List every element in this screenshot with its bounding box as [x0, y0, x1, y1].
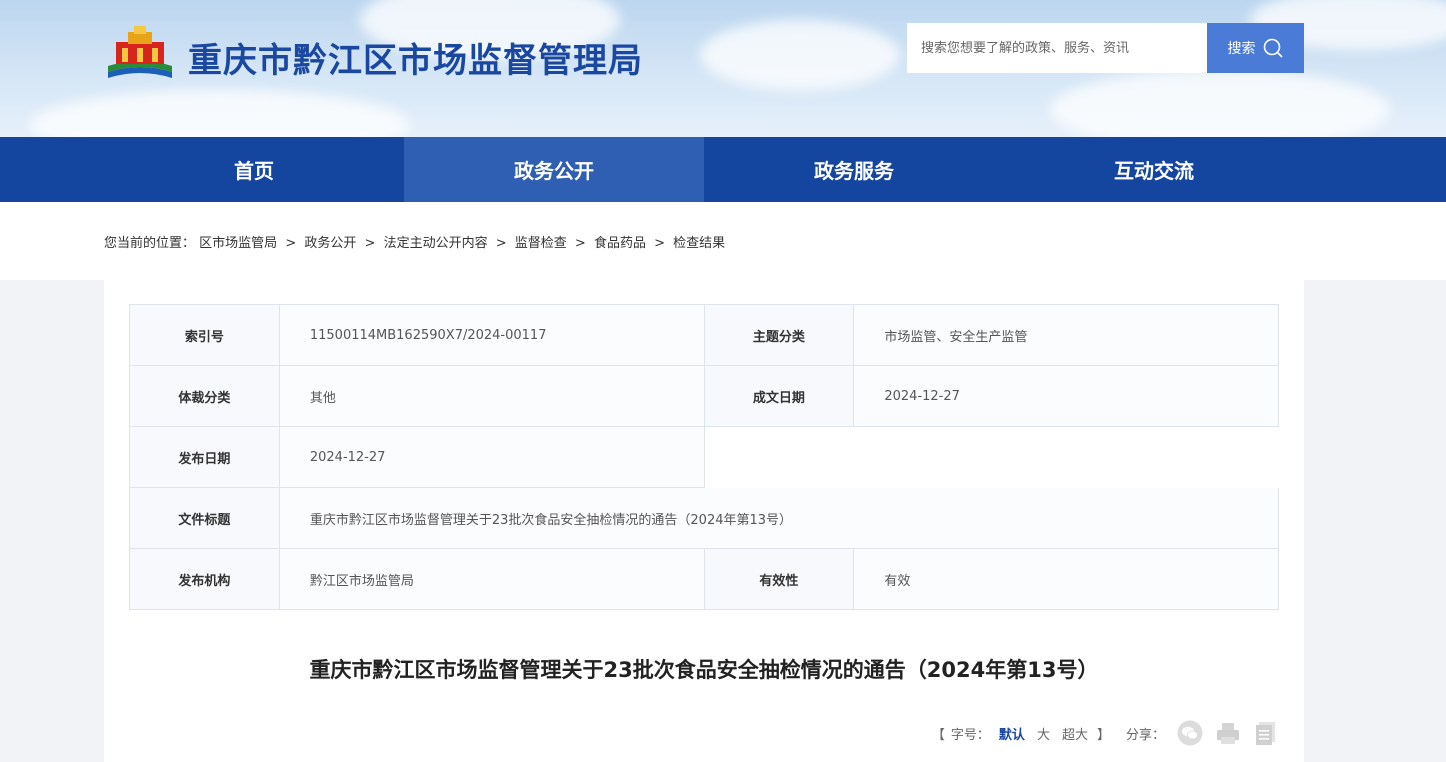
breadcrumb-separator: >: [495, 236, 507, 251]
validity-label: 有效性: [704, 549, 855, 610]
topic-label: 主题分类: [704, 305, 855, 366]
publisher-label: 发布机构: [130, 549, 280, 610]
font-size-large-link[interactable]: 大: [1037, 724, 1050, 743]
article-tools: 【 字号： 默认 大 超大 】 分享：: [932, 720, 1279, 746]
font-size-label: 字号：: [950, 727, 990, 743]
empty-cell: [704, 427, 1279, 488]
search-input[interactable]: [907, 23, 1207, 73]
file-title-label: 文件标题: [130, 488, 280, 549]
index-value: 11500114MB162590X7/2024-00117: [279, 305, 705, 366]
breadcrumb: 您当前的位置： 区市场监管局 > 政务公开 > 法定主动公开内容 > 监督检查 …: [104, 232, 725, 251]
table-row: 体裁分类 其他 成文日期 2024-12-27: [130, 366, 1279, 427]
breadcrumb-separator: >: [654, 236, 666, 251]
nav-item-home[interactable]: 首页: [104, 137, 404, 202]
font-size-xlarge-link[interactable]: 超大: [1062, 724, 1088, 743]
table-row: 发布日期 2024-12-27: [130, 427, 1279, 488]
tools-open-bracket: 【: [931, 727, 945, 743]
search-button[interactable]: 搜索: [1207, 23, 1304, 73]
index-label: 索引号: [130, 305, 280, 366]
table-row: 文件标题 重庆市黔江区市场监督管理关于23批次食品安全抽检情况的通告（2024年…: [130, 488, 1279, 549]
file-title-value: 重庆市黔江区市场监督管理关于23批次食品安全抽检情况的通告（2024年第13号）: [279, 488, 1279, 549]
share-label: 分享：: [1125, 727, 1165, 743]
written-date-label: 成文日期: [704, 366, 855, 427]
breadcrumb-separator: >: [574, 236, 586, 251]
document-title: 重庆市黔江区市场监督管理关于23批次食品安全抽检情况的通告（2024年第13号）: [309, 658, 1099, 682]
breadcrumb-prefix: 您当前的位置：: [104, 236, 196, 251]
publish-date-value: 2024-12-27: [279, 427, 705, 488]
nav-item-gov-affairs-open[interactable]: 政务公开: [404, 137, 704, 202]
breadcrumb-link[interactable]: 食品药品: [594, 236, 646, 251]
search-icon: [1263, 38, 1283, 58]
breadcrumb-link[interactable]: 监督检查: [515, 236, 567, 251]
breadcrumb-separator: >: [364, 236, 376, 251]
font-size-default-link[interactable]: 默认: [999, 724, 1025, 743]
search-button-label: 搜索: [1227, 41, 1256, 57]
breadcrumb-link[interactable]: 法定主动公开内容: [384, 236, 488, 251]
document-icon[interactable]: [1253, 720, 1279, 746]
publish-date-label: 发布日期: [130, 427, 280, 488]
nav-item-gov-services[interactable]: 政务服务: [704, 137, 1004, 202]
genre-value: 其他: [279, 366, 705, 427]
document-meta-table: 索引号 11500114MB162590X7/2024-00117 主题分类 市…: [129, 304, 1279, 610]
print-icon[interactable]: [1215, 720, 1241, 746]
main-nav: 首页 政务公开 政务服务 互动交流: [0, 137, 1446, 202]
breadcrumb-link[interactable]: 检查结果: [673, 236, 725, 251]
emblem-logo-icon[interactable]: [104, 26, 176, 82]
site-header: 重庆市黔江区市场监督管理局 搜索: [0, 0, 1446, 137]
breadcrumb-separator: >: [285, 236, 297, 251]
validity-value: 有效: [854, 549, 1279, 610]
breadcrumb-link[interactable]: 政务公开: [304, 236, 356, 251]
table-row: 发布机构 黔江区市场监管局 有效性 有效: [130, 549, 1279, 610]
site-title[interactable]: 重庆市黔江区市场监督管理局: [188, 33, 643, 82]
genre-label: 体裁分类: [130, 366, 280, 427]
topic-value: 市场监管、安全生产监管: [854, 305, 1279, 366]
written-date-value: 2024-12-27: [854, 366, 1279, 427]
nav-item-interaction[interactable]: 互动交流: [1004, 137, 1304, 202]
publisher-value: 黔江区市场监管局: [279, 549, 705, 610]
tools-close-bracket: 】: [1096, 727, 1110, 743]
breadcrumb-link[interactable]: 区市场监管局: [199, 236, 277, 251]
table-row: 索引号 11500114MB162590X7/2024-00117 主题分类 市…: [130, 305, 1279, 366]
wechat-share-icon[interactable]: [1177, 720, 1203, 746]
